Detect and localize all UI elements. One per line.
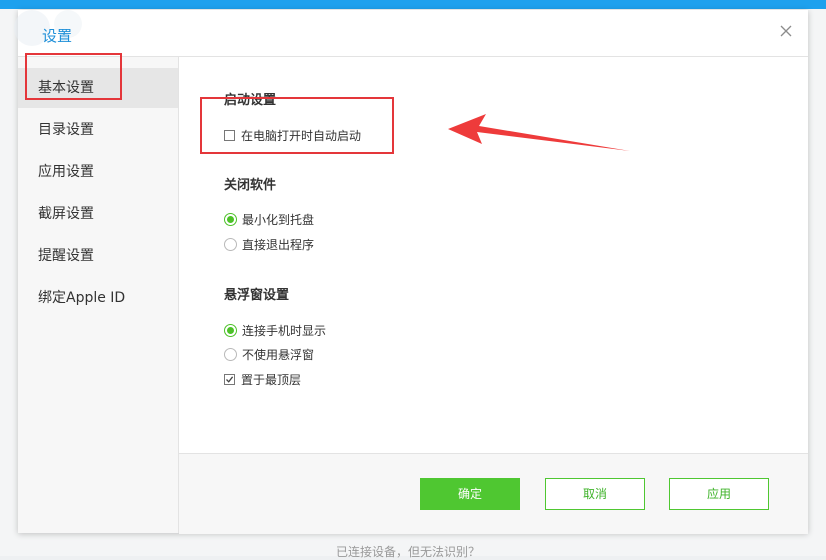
option-label: 在电脑打开时自动启动 <box>241 128 362 143</box>
radio-checked-icon[interactable] <box>224 323 237 337</box>
dialog-footer: 确定 取消 应用 <box>179 453 808 534</box>
sidebar-item-apps[interactable]: 应用设置 <box>18 152 178 192</box>
sidebar-item-basic[interactable]: 基本设置 <box>18 68 178 108</box>
apply-button[interactable]: 应用 <box>669 478 769 510</box>
settings-sidebar: 基本设置 目录设置 应用设置 截屏设置 提醒设置 绑定Apple ID <box>18 57 179 533</box>
sidebar-item-apple-id[interactable]: 绑定Apple ID <box>18 278 178 318</box>
checkbox-checked-icon[interactable] <box>224 373 235 385</box>
section-title-float: 悬浮窗设置 <box>224 288 290 303</box>
checkbox-unchecked-icon[interactable] <box>224 129 235 141</box>
device-help-text[interactable]: 已连接设备，但无法识别？ <box>336 543 480 560</box>
sidebar-item-label: 绑定Apple ID <box>38 290 126 306</box>
option-label: 连接手机时显示 <box>242 323 327 338</box>
option-label: 直接退出程序 <box>242 237 315 252</box>
option-label: 不使用悬浮窗 <box>242 347 315 362</box>
close-icon[interactable] <box>778 23 794 39</box>
sidebar-item-label: 基本设置 <box>38 80 94 96</box>
settings-dialog: 设置 基本设置 目录设置 应用设置 截屏设置 提醒设置 绑定Apple ID 启… <box>14 10 808 534</box>
sidebar-item-reminder[interactable]: 提醒设置 <box>18 236 178 276</box>
dialog-title: 设置 <box>42 27 73 45</box>
sidebar-item-screenshot[interactable]: 截屏设置 <box>18 194 178 234</box>
sidebar-item-label: 应用设置 <box>38 164 94 180</box>
cancel-button[interactable]: 取消 <box>545 478 645 510</box>
sidebar-item-label: 提醒设置 <box>38 248 94 264</box>
option-label: 最小化到托盘 <box>242 212 315 227</box>
radio-unchecked-icon[interactable] <box>224 237 237 251</box>
option-label: 置于最顶层 <box>241 372 302 387</box>
sidebar-item-directory[interactable]: 目录设置 <box>18 110 178 150</box>
minimize-to-tray-radio[interactable]: 最小化到托盘 <box>224 210 314 228</box>
section-title-startup: 启动设置 <box>224 93 277 108</box>
radio-unchecked-icon[interactable] <box>224 347 237 361</box>
exit-program-radio[interactable]: 直接退出程序 <box>224 235 314 253</box>
sidebar-item-label: 目录设置 <box>38 122 94 138</box>
show-on-connect-radio[interactable]: 连接手机时显示 <box>224 321 326 339</box>
settings-content: 启动设置 在电脑打开时自动启动 关闭软件 最小化到托盘 直接退出程序 悬浮窗设置… <box>179 57 808 534</box>
always-on-top-checkbox[interactable]: 置于最顶层 <box>224 370 301 388</box>
no-float-radio[interactable]: 不使用悬浮窗 <box>224 345 314 363</box>
section-title-close: 关闭软件 <box>224 178 277 193</box>
radio-checked-icon[interactable] <box>224 212 237 226</box>
confirm-button[interactable]: 确定 <box>420 478 520 510</box>
top-accent-bar <box>0 0 826 9</box>
dialog-header: 设置 <box>14 10 808 57</box>
sidebar-item-label: 截屏设置 <box>38 206 94 222</box>
auto-start-checkbox[interactable]: 在电脑打开时自动启动 <box>224 126 361 144</box>
